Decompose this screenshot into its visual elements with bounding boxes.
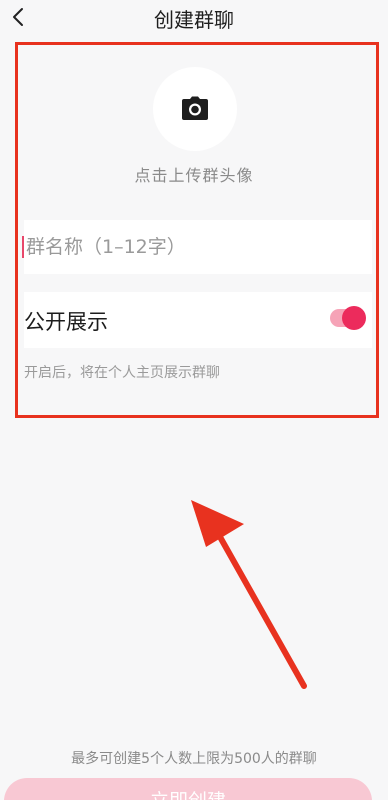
- group-limit-note: 最多可创建5个人数上限为500人的群聊: [71, 751, 317, 767]
- group-name-input[interactable]: [24, 220, 372, 274]
- public-display-toggle[interactable]: [330, 306, 366, 330]
- public-display-label: 公开展示: [24, 310, 108, 334]
- avatar-upload[interactable]: [153, 67, 237, 151]
- public-display-row: 公开展示: [24, 292, 372, 348]
- create-group-page: 创建群聊 点击上传群头像 公开展示 开启后，将在个人主页展示群聊 最多可创建5个…: [0, 0, 388, 800]
- text-cursor: [22, 236, 24, 258]
- camera-icon: [182, 96, 208, 120]
- page-title: 创建群聊: [154, 8, 234, 32]
- header: 创建群聊: [0, 0, 388, 36]
- create-button[interactable]: 立即创建: [4, 778, 372, 800]
- public-display-hint: 开启后，将在个人主页展示群聊: [24, 365, 220, 381]
- upload-avatar-label: 点击上传群头像: [134, 166, 254, 185]
- toggle-knob: [342, 306, 366, 330]
